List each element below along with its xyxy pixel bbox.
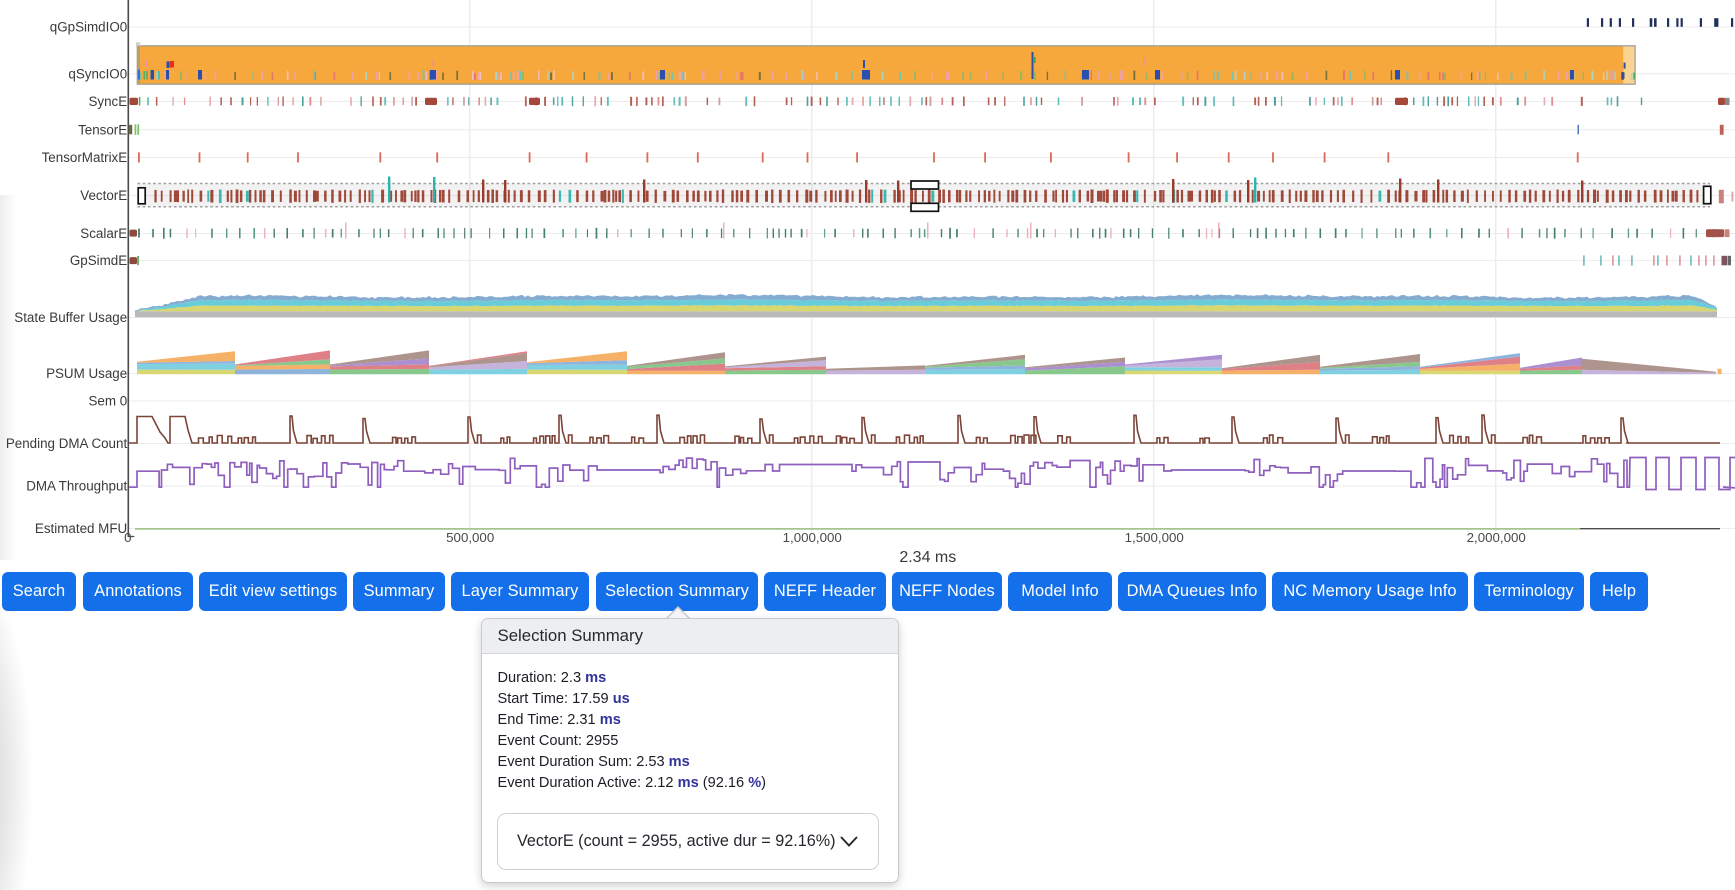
svg-text:Pending DMA Count: Pending DMA Count — [6, 436, 128, 451]
svg-text:PSUM Usage: PSUM Usage — [46, 366, 127, 381]
svg-text:qSyncIO0: qSyncIO0 — [68, 66, 127, 81]
svg-text:Estimated MFU: Estimated MFU — [35, 521, 127, 536]
svg-text:SyncE: SyncE — [88, 94, 127, 109]
svg-text:0: 0 — [124, 530, 131, 545]
svg-text:DMA Throughput: DMA Throughput — [26, 479, 127, 494]
svg-text:VectorE: VectorE — [80, 188, 127, 203]
svg-text:2,000,000: 2,000,000 — [1467, 530, 1526, 545]
svg-text:State Buffer Usage: State Buffer Usage — [14, 310, 127, 325]
svg-text:2.34 ms: 2.34 ms — [899, 549, 956, 566]
svg-text:TensorE: TensorE — [78, 122, 127, 137]
svg-text:500,000: 500,000 — [446, 530, 494, 545]
svg-text:1,500,000: 1,500,000 — [1125, 530, 1184, 545]
svg-text:TensorMatrixE: TensorMatrixE — [42, 150, 128, 165]
svg-text:qGpSimdIO0: qGpSimdIO0 — [50, 20, 127, 35]
svg-text:1,000,000: 1,000,000 — [783, 530, 842, 545]
svg-text:GpSimdE: GpSimdE — [70, 253, 127, 268]
svg-text:ScalarE: ScalarE — [80, 226, 127, 241]
svg-text:Sem 0: Sem 0 — [88, 394, 127, 409]
